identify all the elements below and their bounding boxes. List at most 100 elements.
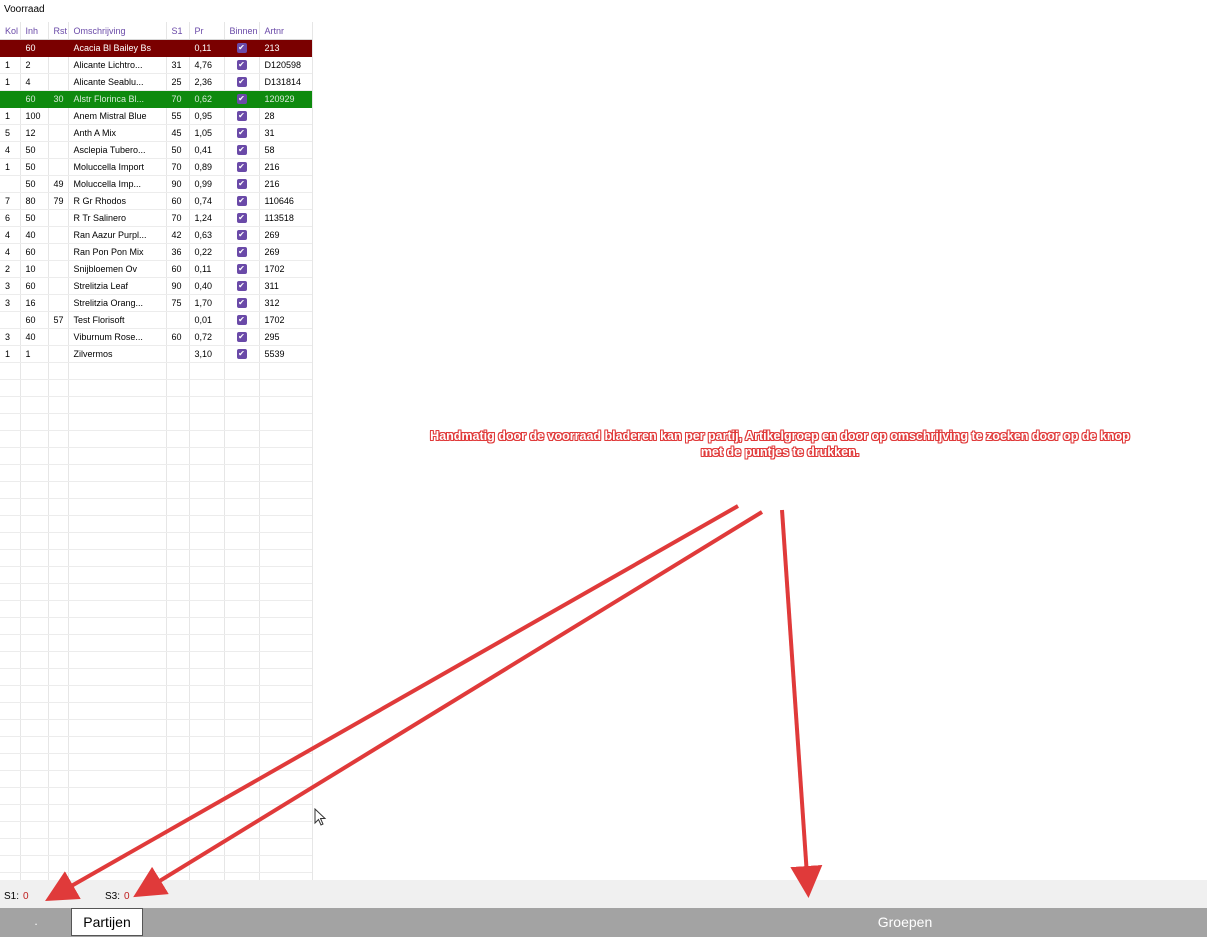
table-row[interactable]: 60 57 Test Florisoft 0,01 ✔ 1702	[0, 311, 312, 329]
col-header-inh[interactable]: Inh	[20, 22, 49, 40]
cell-rst	[48, 107, 69, 125]
window-title: Voorraad	[4, 4, 45, 15]
col-header-kol[interactable]: Kol	[0, 22, 21, 40]
table-row[interactable]: 3 60 Strelitzia Leaf 90 0,40 ✔ 311	[0, 277, 312, 295]
empty-cell	[259, 430, 312, 448]
table-row[interactable]: 1 1 Zilvermos 3,10 ✔ 5539	[0, 345, 312, 363]
empty-cell	[166, 719, 190, 737]
cell-binnen: ✔	[224, 192, 260, 210]
empty-cell	[189, 583, 225, 601]
cell-pr: 2,36	[189, 73, 225, 91]
cell-inh: 2	[20, 56, 49, 74]
table-row[interactable]: 6 50 R Tr Salinero 70 1,24 ✔ 113518	[0, 209, 312, 227]
cell-inh: 50	[20, 175, 49, 193]
binnen-checkbox[interactable]: ✔	[236, 43, 247, 54]
col-header-rst[interactable]: Rst	[48, 22, 69, 40]
empty-cell	[0, 617, 21, 635]
table-row[interactable]: 7 80 79 R Gr Rhodos 60 0,74 ✔ 110646	[0, 192, 312, 210]
table-row[interactable]: 4 60 Ran Pon Pon Mix 36 0,22 ✔ 269	[0, 243, 312, 261]
binnen-checkbox[interactable]: ✔	[236, 60, 247, 71]
cell-omschrijving: Acacia Bl Bailey Bs	[68, 39, 167, 57]
binnen-checkbox[interactable]: ✔	[236, 145, 247, 156]
cell-rst	[48, 226, 69, 244]
table-row[interactable]: 1 2 Alicante Lichtro... 31 4,76 ✔ D120598	[0, 56, 312, 74]
table-row[interactable]: 3 16 Strelitzia Orang... 75 1,70 ✔ 312	[0, 294, 312, 312]
empty-cell	[0, 379, 21, 397]
binnen-checkbox[interactable]: ✔	[236, 213, 247, 224]
partijen-button[interactable]: Partijen	[71, 908, 143, 936]
table-row[interactable]: 1 4 Alicante Seablu... 25 2,36 ✔ D131814	[0, 73, 312, 91]
empty-cell	[224, 515, 260, 533]
stat-s1: S1: 0	[4, 891, 29, 902]
table-row[interactable]: 5 12 Anth A Mix 45 1,05 ✔ 31	[0, 124, 312, 142]
empty-cell	[224, 413, 260, 431]
stock-grid[interactable]: Kol Inh Rst Omschrijving S1 Pr Binnen Ar…	[0, 22, 313, 880]
table-row[interactable]: 1 50 Moluccella Import 70 0,89 ✔ 216	[0, 158, 312, 176]
empty-row	[0, 600, 312, 618]
empty-cell	[20, 498, 49, 516]
col-header-binnen[interactable]: Binnen	[224, 22, 260, 40]
binnen-checkbox[interactable]: ✔	[236, 298, 247, 309]
cell-s1: 50	[166, 141, 190, 159]
empty-cell	[68, 413, 167, 431]
empty-cell	[68, 362, 167, 380]
status-bar	[0, 880, 1207, 908]
empty-cell	[259, 464, 312, 482]
table-row[interactable]: 4 50 Asclepia Tubero... 50 0,41 ✔ 58	[0, 141, 312, 159]
binnen-checkbox[interactable]: ✔	[236, 281, 247, 292]
empty-cell	[259, 566, 312, 584]
empty-cell	[0, 583, 21, 601]
cell-rst	[48, 260, 69, 278]
table-row[interactable]: 3 40 Viburnum Rose... 60 0,72 ✔ 295	[0, 328, 312, 346]
binnen-checkbox[interactable]: ✔	[236, 230, 247, 241]
empty-row	[0, 362, 312, 380]
binnen-checkbox[interactable]: ✔	[236, 332, 247, 343]
col-header-s1[interactable]: S1	[166, 22, 190, 40]
col-header-pr[interactable]: Pr	[189, 22, 225, 40]
table-row[interactable]: 1 100 Anem Mistral Blue 55 0,95 ✔ 28	[0, 107, 312, 125]
col-header-artnr[interactable]: Artnr	[259, 22, 312, 40]
cell-s1: 31	[166, 56, 190, 74]
empty-cell	[224, 549, 260, 567]
empty-cell	[259, 668, 312, 686]
stat-s3: S3: 0	[105, 891, 130, 902]
binnen-checkbox[interactable]: ✔	[236, 264, 247, 275]
binnen-checkbox[interactable]: ✔	[236, 179, 247, 190]
cell-kol: 1	[0, 107, 21, 125]
cell-kol: 4	[0, 243, 21, 261]
empty-cell	[68, 566, 167, 584]
table-row[interactable]: 60 Acacia Bl Bailey Bs 0,11 ✔ 213	[0, 39, 312, 57]
empty-cell	[259, 481, 312, 499]
col-header-omschrijving[interactable]: Omschrijving	[68, 22, 167, 40]
empty-row	[0, 379, 312, 397]
groepen-button[interactable]: Groepen	[830, 908, 980, 937]
empty-cell	[68, 549, 167, 567]
cell-artnr: 269	[259, 243, 312, 261]
cell-rst: 57	[48, 311, 69, 329]
binnen-checkbox[interactable]: ✔	[236, 349, 247, 360]
table-row[interactable]: 4 40 Ran Aazur Purpl... 42 0,63 ✔ 269	[0, 226, 312, 244]
cell-kol: 1	[0, 345, 21, 363]
empty-cell	[20, 855, 49, 873]
binnen-checkbox[interactable]: ✔	[236, 162, 247, 173]
empty-row	[0, 498, 312, 516]
empty-cell	[189, 379, 225, 397]
table-row[interactable]: 60 30 Alstr Florinca Bl... 70 0,62 ✔ 120929	[0, 90, 312, 108]
empty-row	[0, 668, 312, 686]
binnen-checkbox[interactable]: ✔	[236, 77, 247, 88]
cell-rst	[48, 209, 69, 227]
binnen-checkbox[interactable]: ✔	[236, 247, 247, 258]
table-row[interactable]: 50 49 Moluccella Imp... 90 0,99 ✔ 216	[0, 175, 312, 193]
binnen-checkbox[interactable]: ✔	[236, 196, 247, 207]
empty-cell	[20, 787, 49, 805]
search-dots-button[interactable]: .	[0, 908, 72, 937]
binnen-checkbox[interactable]: ✔	[236, 111, 247, 122]
binnen-checkbox[interactable]: ✔	[236, 94, 247, 105]
binnen-checkbox[interactable]: ✔	[236, 128, 247, 139]
table-row[interactable]: 2 10 Snijbloemen Ov 60 0,11 ✔ 1702	[0, 260, 312, 278]
binnen-checkbox[interactable]: ✔	[236, 315, 247, 326]
empty-cell	[48, 838, 69, 856]
empty-cell	[48, 872, 69, 880]
cell-kol: 1	[0, 73, 21, 91]
empty-cell	[259, 787, 312, 805]
